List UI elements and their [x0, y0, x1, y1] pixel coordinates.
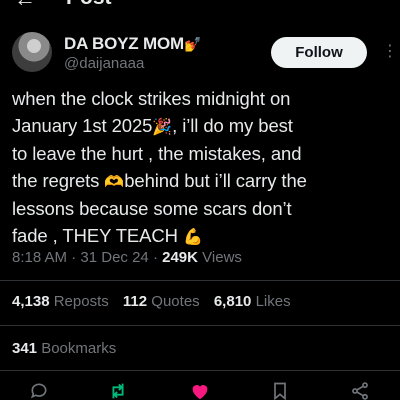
divider	[0, 280, 400, 281]
meta-separator: ·	[67, 249, 81, 266]
heart-hands-emoji-icon: 🫶	[104, 173, 125, 191]
reposts-count: 4,138	[12, 293, 50, 310]
repost-icon[interactable]	[105, 378, 131, 400]
likes-count: 6,810	[213, 293, 252, 310]
reposts-label: Reposts	[53, 293, 109, 310]
post-time[interactable]: 8:18 AM	[12, 249, 67, 266]
more-options-icon[interactable]: ⋮	[382, 41, 398, 61]
post-date[interactable]: 31 Dec 24	[80, 249, 148, 266]
tweet-text-fragment: behind but i’ll carry the	[124, 169, 307, 191]
reply-icon[interactable]	[26, 378, 52, 400]
author-name-text: DA BOYZ MOM	[64, 34, 184, 53]
bookmarks-label: Bookmarks	[41, 340, 117, 357]
tweet-line: fade , THEY TEACH 💪	[12, 223, 388, 252]
share-icon[interactable]	[347, 378, 373, 400]
action-bar	[0, 378, 400, 400]
flexed-biceps-emoji-icon: 💪	[182, 228, 203, 246]
tweet-line: the regrets 🫶behind but i’ll carry the	[12, 168, 388, 197]
quotes-count: 112	[122, 293, 148, 310]
tweet-text: when the clock strikes midnight on Janua…	[12, 86, 388, 251]
quotes-stat[interactable]: 112 Quotes	[123, 293, 200, 310]
tweet-line: January 1st 2025🎉, i’ll do my best	[12, 113, 388, 142]
engagement-stats: 4,138 Reposts 112 Quotes 6,810 Likes	[12, 293, 301, 310]
likes-label: Likes	[255, 293, 291, 310]
bookmarks-count: 341	[12, 340, 38, 357]
bookmarks-stat[interactable]: 341 Bookmarks	[12, 340, 116, 357]
author-handle[interactable]: @daijanaaa	[64, 55, 144, 72]
divider	[0, 325, 400, 326]
back-arrow-icon[interactable]: ←	[14, 0, 36, 12]
avatar[interactable]	[12, 32, 52, 72]
likes-stat[interactable]: 6,810 Likes	[214, 293, 291, 310]
views-count: 249K	[162, 249, 198, 266]
follow-button[interactable]: Follow	[271, 37, 367, 68]
tweet-text-fragment: lessons because some scars don’t	[12, 198, 292, 219]
post-meta: 8:18 AM · 31 Dec 24 · 249K Views	[12, 249, 242, 266]
divider	[0, 370, 400, 371]
party-popper-emoji-icon: 🎉	[152, 118, 173, 136]
author-row: DA BOYZ MOM💅 @daijanaaa Follow ⋮	[12, 32, 398, 78]
tweet-text-fragment: to leave the hurt , the mistakes, and	[12, 143, 302, 164]
top-bar: ← Post	[0, 0, 400, 12]
tweet-text-fragment: January 1st 2025	[12, 114, 153, 136]
tweet-text-fragment: the regrets	[12, 169, 105, 191]
reposts-stat[interactable]: 4,138 Reposts	[12, 293, 109, 310]
quotes-label: Quotes	[151, 293, 200, 310]
page-title: Post	[66, 0, 112, 10]
post-page: ← Post DA BOYZ MOM💅 @daijanaaa Follow ⋮ …	[0, 0, 400, 400]
author-display-name[interactable]: DA BOYZ MOM💅	[64, 34, 201, 54]
bookmark-icon[interactable]	[267, 378, 293, 400]
tweet-line: to leave the hurt , the mistakes, and	[12, 141, 388, 168]
heart-icon[interactable]	[187, 378, 213, 400]
tweet-text-fragment: when the clock strikes midnight on	[12, 88, 291, 109]
tweet-line: lessons because some scars don’t	[12, 196, 388, 223]
tweet-text-fragment: , i’ll do my best	[172, 114, 293, 136]
tweet-line: when the clock strikes midnight on	[12, 86, 388, 113]
views-label: Views	[202, 249, 242, 266]
meta-separator: ·	[148, 249, 163, 266]
tweet-text-fragment: fade , THEY TEACH	[12, 224, 183, 246]
nail-polish-emoji-icon: 💅	[183, 36, 202, 52]
